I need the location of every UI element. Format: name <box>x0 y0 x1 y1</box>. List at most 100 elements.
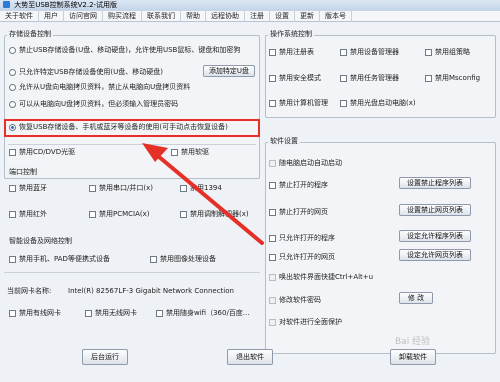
checkbox-box[interactable] <box>269 297 276 304</box>
checkbox-box[interactable] <box>269 319 276 326</box>
hotkey-checkbox[interactable]: 唤出软件界面快捷Ctrl+Alt+u <box>269 273 373 282</box>
checkbox-box[interactable] <box>89 211 96 218</box>
allow-programs-only-checkbox[interactable]: 只允许打开的程序 <box>269 234 335 243</box>
menu-update[interactable]: 更新 <box>295 10 320 22</box>
menu-website[interactable]: 访问官网 <box>64 10 103 22</box>
autostart-checkbox[interactable]: 随电脑启动自动启动 <box>269 159 342 168</box>
menu-remote[interactable]: 远程协助 <box>206 10 245 22</box>
disable-portable-wifi-checkbox[interactable]: 禁用随身wifi（360/百度... <box>156 309 249 318</box>
storage-option-password-copy[interactable]: 可以从电脑向U盘拷贝资料，但必须输入管理员密码 <box>9 100 178 109</box>
disable-registry-checkbox[interactable]: 禁用注册表 <box>269 48 314 57</box>
checkbox-label: 禁用有线网卡 <box>19 309 61 317</box>
radio-indicator-selected[interactable] <box>9 124 16 131</box>
run-background-button[interactable]: 后台运行 <box>82 349 128 365</box>
checkbox-box[interactable] <box>9 149 16 156</box>
disable-wireless-nic-checkbox[interactable]: 禁用无线网卡 <box>85 309 137 318</box>
set-allowed-websites-button[interactable]: 设定允许网页列表 <box>399 249 471 261</box>
disable-1394-checkbox[interactable]: 禁用1394 <box>180 184 222 193</box>
storage-option-restore[interactable]: 恢复USB存储设备、手机或蓝牙等设备的使用(可手动点击恢复设备) <box>9 123 228 132</box>
checkbox-box[interactable] <box>340 75 347 82</box>
checkbox-box[interactable] <box>156 310 163 317</box>
password-checkbox[interactable]: 修改软件密码 <box>269 296 321 305</box>
title-bar: 大势至USB控制系统V2.2-试用版 <box>0 0 500 11</box>
disable-msconfig-checkbox[interactable]: 禁用Msconfig <box>425 74 480 83</box>
storage-option-allow-specific[interactable]: 只允许特定USB存储设备使用(U盘、移动硬盘) <box>9 68 163 77</box>
disable-serial-port-checkbox[interactable]: 禁用串口/并口(x) <box>89 184 153 193</box>
menu-register[interactable]: 注册 <box>245 10 270 22</box>
menu-purchase[interactable]: 购买流程 <box>103 10 142 22</box>
checkbox-label: 禁用随身wifi（360/百度... <box>166 309 250 317</box>
checkbox-box[interactable] <box>9 185 16 192</box>
allow-websites-only-checkbox[interactable]: 只允许打开的网页 <box>269 253 335 262</box>
radio-indicator[interactable] <box>9 47 16 54</box>
menu-contact[interactable]: 联系我们 <box>142 10 181 22</box>
disable-imaging-devices-checkbox[interactable]: 禁用图像处理设备 <box>150 255 216 264</box>
disable-modem-checkbox[interactable]: 禁用调制解调器(x) <box>180 210 249 219</box>
disable-device-manager-checkbox[interactable]: 禁用设备管理器 <box>340 48 399 57</box>
set-allowed-programs-button[interactable]: 设定允许程序列表 <box>399 230 471 242</box>
checkbox-box[interactable] <box>9 211 16 218</box>
checkbox-box[interactable] <box>269 235 276 242</box>
checkbox-box[interactable] <box>340 100 347 107</box>
checkbox-box[interactable] <box>150 256 157 263</box>
disable-bluetooth-checkbox[interactable]: 禁用蓝牙 <box>9 184 47 193</box>
checkbox-box[interactable] <box>269 160 276 167</box>
checkbox-label: 禁用任务管理器 <box>350 74 399 82</box>
disable-computer-management-checkbox[interactable]: 禁用计算机管理 <box>269 99 328 108</box>
storage-title: 存储设备控制 <box>7 29 53 39</box>
ports-title: 端口控制 <box>7 167 39 177</box>
checkbox-box[interactable] <box>269 254 276 261</box>
checkbox-box[interactable] <box>9 256 16 263</box>
menu-help[interactable]: 帮助 <box>181 10 206 22</box>
disable-mobile-devices-checkbox[interactable]: 禁用手机、PAD等便携式设备 <box>9 255 110 264</box>
menu-about[interactable]: 关于软件 <box>0 10 39 22</box>
block-websites-checkbox[interactable]: 禁止打开的网页 <box>269 208 328 217</box>
radio-indicator[interactable] <box>9 69 16 76</box>
app-icon <box>3 1 10 8</box>
disable-cd-boot-checkbox[interactable]: 禁用光盘启动电脑(x) <box>340 99 416 108</box>
option-label: 恢复USB存储设备、手机或蓝牙等设备的使用(可手动点击恢复设备) <box>19 123 228 131</box>
checkbox-box[interactable] <box>269 209 276 216</box>
checkbox-box[interactable] <box>9 310 16 317</box>
disable-pcmcia-checkbox[interactable]: 禁用PCMCIA(x) <box>89 210 150 219</box>
storage-option-block-usb[interactable]: 禁止USB存储设备(U盘、移动硬盘)，允许使用USB鼠标、键盘和加密狗 <box>9 46 240 55</box>
checkbox-label: 禁止打开的程序 <box>279 181 328 189</box>
checkbox-box[interactable] <box>171 149 178 156</box>
menu-settings[interactable]: 设置 <box>270 10 295 22</box>
checkbox-box[interactable] <box>180 211 187 218</box>
checkbox-box[interactable] <box>269 274 276 281</box>
disable-safe-mode-checkbox[interactable]: 禁用安全模式 <box>269 74 321 83</box>
disable-group-policy-checkbox[interactable]: 禁用组策略 <box>425 48 470 57</box>
checkbox-box[interactable] <box>425 49 432 56</box>
checkbox-box[interactable] <box>269 49 276 56</box>
set-blocked-websites-button[interactable]: 设置禁止网页列表 <box>399 204 471 216</box>
checkbox-box[interactable] <box>89 185 96 192</box>
full-protection-checkbox[interactable]: 对软件进行全面保护 <box>269 318 342 327</box>
checkbox-box[interactable] <box>425 75 432 82</box>
disable-task-manager-checkbox[interactable]: 禁用任务管理器 <box>340 74 399 83</box>
checkbox-box[interactable] <box>85 310 92 317</box>
disable-floppy-checkbox[interactable]: 禁用软驱 <box>171 148 209 157</box>
storage-option-copy-in-only[interactable]: 允许从U盘向电脑拷贝资料，禁止从电脑向U盘拷贝资料 <box>9 83 190 92</box>
checkbox-box[interactable] <box>180 185 187 192</box>
checkbox-box[interactable] <box>340 49 347 56</box>
menu-version[interactable]: 版本号 <box>320 10 352 22</box>
checkbox-box[interactable] <box>269 182 276 189</box>
uninstall-software-button[interactable]: 卸载软件 <box>390 349 436 365</box>
change-password-button[interactable]: 修 改 <box>399 292 433 304</box>
block-programs-checkbox[interactable]: 禁止打开的程序 <box>269 181 328 190</box>
checkbox-label: 禁用手机、PAD等便携式设备 <box>19 255 110 263</box>
checkbox-box[interactable] <box>269 75 276 82</box>
menu-user[interactable]: 用户 <box>39 10 64 22</box>
exit-software-button[interactable]: 退出软件 <box>227 349 273 365</box>
checkbox-box[interactable] <box>269 100 276 107</box>
disable-infrared-checkbox[interactable]: 禁用红外 <box>9 210 47 219</box>
smart-devices-title: 智能设备及网络控制 <box>7 236 74 246</box>
radio-indicator[interactable] <box>9 101 16 108</box>
radio-indicator[interactable] <box>9 84 16 91</box>
disable-cdrom-checkbox[interactable]: 禁用CD/DVD光驱 <box>9 148 75 157</box>
add-specific-usb-button[interactable]: 添加特定U盘 <box>203 65 255 77</box>
checkbox-label: 禁用无线网卡 <box>95 309 137 317</box>
disable-wired-nic-checkbox[interactable]: 禁用有线网卡 <box>9 309 61 318</box>
set-blocked-programs-button[interactable]: 设置禁止程序列表 <box>399 177 471 189</box>
